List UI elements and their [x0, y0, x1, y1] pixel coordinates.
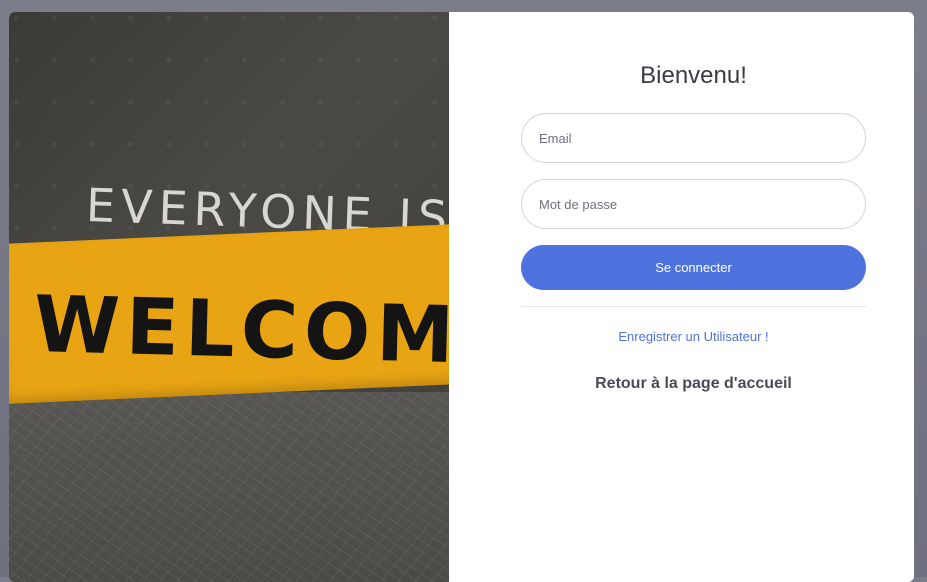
login-form: Bienvenu! Se connecter Enregistrer un Ut… — [449, 12, 914, 582]
divider — [521, 306, 866, 307]
home-link[interactable]: Retour à la page d'accueil — [521, 375, 866, 393]
photo-text-welcome: WELCOME — [32, 280, 449, 383]
page-title: Bienvenu! — [640, 62, 747, 89]
register-link[interactable]: Enregistrer un Utilisateur ! — [521, 329, 866, 344]
password-field[interactable] — [521, 179, 866, 229]
email-field[interactable] — [521, 113, 866, 163]
login-card: EVERYONE IS WELCOME Bienvenu! Se connect… — [9, 12, 914, 582]
chalk-wall-texture — [9, 392, 449, 582]
welcome-photo: EVERYONE IS WELCOME — [9, 12, 449, 582]
login-button[interactable]: Se connecter — [521, 245, 866, 290]
